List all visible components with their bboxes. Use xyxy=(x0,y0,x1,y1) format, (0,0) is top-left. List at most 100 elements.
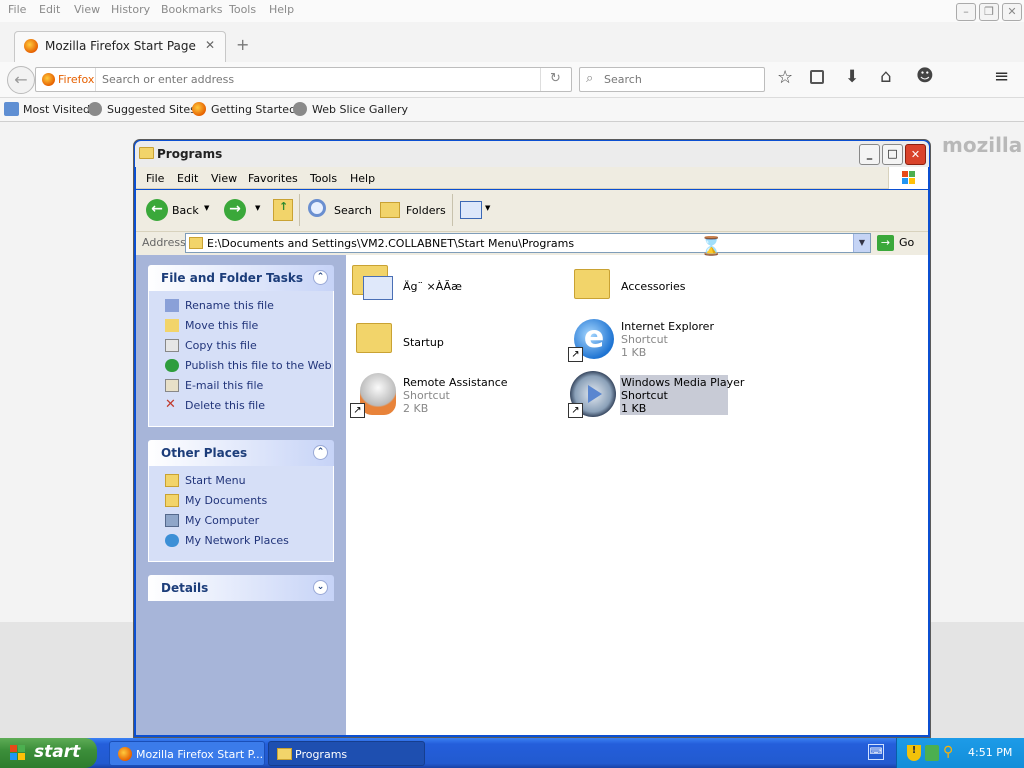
explorer-titlebar[interactable]: Programs _ □ ✕ xyxy=(135,141,929,167)
folder-icon xyxy=(189,237,203,249)
menu-tools[interactable]: Tools xyxy=(310,172,337,185)
file-size: 1 KB xyxy=(621,402,647,415)
place-my-computer[interactable]: My Computer xyxy=(165,514,259,527)
shortcut-arrow-icon: ↗ xyxy=(350,403,365,418)
forward-button[interactable]: → xyxy=(224,199,246,221)
bookmark-getting-started[interactable]: Getting Started xyxy=(211,103,296,116)
file-tasks-header[interactable]: File and Folder Tasks ⌃ xyxy=(148,265,334,291)
file-item[interactable]: Startup xyxy=(350,315,550,367)
menu-bookmarks[interactable]: Bookmarks xyxy=(161,3,222,16)
minimize-button[interactable]: _ xyxy=(859,144,880,165)
file-name: Remote Assistance xyxy=(403,376,508,389)
task-delete[interactable]: ✕ Delete this file xyxy=(165,398,265,412)
maximize-button[interactable]: □ xyxy=(882,144,903,165)
folders-icon[interactable] xyxy=(380,202,400,218)
task-pane: File and Folder Tasks ⌃ Rename this file… xyxy=(136,255,346,735)
go-arrow-icon[interactable]: → xyxy=(877,235,894,251)
tab-start-page[interactable]: Mozilla Firefox Start Page ✕ xyxy=(14,31,226,62)
url-input[interactable]: Search or enter address xyxy=(102,73,234,86)
file-item[interactable]: ↗ Remote Assistance Shortcut 2 KB xyxy=(350,371,550,423)
search-bar[interactable]: ⌕ Search xyxy=(579,67,765,92)
file-item[interactable]: e ↗ Internet Explorer Shortcut 1 KB xyxy=(568,315,768,367)
menu-favorites[interactable]: Favorites xyxy=(248,172,298,185)
search-icon[interactable] xyxy=(308,199,326,217)
taskbar-button-firefox[interactable]: Mozilla Firefox Start P... xyxy=(109,741,265,766)
file-size: 2 KB xyxy=(403,402,429,415)
collapse-chevron-icon[interactable]: ⌃ xyxy=(313,445,328,460)
task-email[interactable]: E-mail this file xyxy=(165,379,263,392)
close-window-button[interactable]: ✕ xyxy=(905,144,926,165)
task-copy[interactable]: Copy this file xyxy=(165,339,257,352)
menu-tools[interactable]: Tools xyxy=(229,3,256,16)
security-shield-icon[interactable]: ! xyxy=(907,745,921,761)
task-publish[interactable]: Publish this file to the Web xyxy=(165,359,332,372)
file-item-selected[interactable]: ↗ Windows Media Player Shortcut 1 KB xyxy=(568,371,768,423)
task-move[interactable]: Move this file xyxy=(165,319,258,332)
views-icon[interactable] xyxy=(460,201,482,219)
collapse-chevron-icon[interactable]: ⌃ xyxy=(313,270,328,285)
bookmark-most-visited[interactable]: Most Visited xyxy=(23,103,90,116)
bookmark-suggested-sites[interactable]: Suggested Sites xyxy=(107,103,196,116)
smiley-feedback-icon[interactable]: ☻ xyxy=(916,66,934,86)
reload-icon[interactable]: ↻ xyxy=(550,71,561,86)
taskbar-label: Programs xyxy=(295,748,348,761)
back-button[interactable]: ← xyxy=(7,66,35,94)
search-tray-icon[interactable]: ⚲ xyxy=(943,744,953,760)
file-tasks-title: File and Folder Tasks xyxy=(161,271,304,285)
forward-dropdown-icon[interactable]: ▼ xyxy=(255,204,260,212)
downloads-icon[interactable]: ⬇ xyxy=(845,67,859,87)
menu-view[interactable]: View xyxy=(211,172,237,185)
place-my-documents[interactable]: My Documents xyxy=(165,494,267,507)
shortcut-arrow-icon: ↗ xyxy=(568,347,583,362)
back-button[interactable]: Back xyxy=(172,204,199,217)
file-item[interactable]: Accessories xyxy=(568,259,768,311)
bookmark-web-slice-gallery[interactable]: Web Slice Gallery xyxy=(312,103,408,116)
menu-help[interactable]: Help xyxy=(269,3,294,16)
menu-view[interactable]: View xyxy=(74,3,100,16)
address-dropdown-icon[interactable]: ▼ xyxy=(853,234,870,252)
file-name: Internet Explorer xyxy=(621,320,714,333)
close-tab-icon[interactable]: ✕ xyxy=(205,38,215,52)
folders-button[interactable]: Folders xyxy=(406,204,446,217)
menu-history[interactable]: History xyxy=(111,3,150,16)
up-folder-icon[interactable]: ↑ xyxy=(273,199,293,221)
task-rename[interactable]: Rename this file xyxy=(165,299,274,312)
address-value[interactable]: E:\Documents and Settings\VM2.COLLABNET\… xyxy=(207,237,574,250)
taskbar-button-programs[interactable]: Programs xyxy=(268,741,425,766)
close-window-button[interactable]: ✕ xyxy=(1002,3,1022,21)
start-button[interactable]: start xyxy=(0,738,97,768)
menu-file[interactable]: File xyxy=(146,172,164,185)
back-arrow-icon[interactable]: ← xyxy=(146,199,168,221)
place-start-menu[interactable]: Start Menu xyxy=(165,474,246,487)
minimize-button[interactable]: – xyxy=(956,3,976,21)
search-input[interactable]: Search xyxy=(604,73,642,86)
globe-icon xyxy=(293,102,307,116)
expand-chevron-icon[interactable]: ⌄ xyxy=(313,580,328,595)
menu-hamburger-icon[interactable]: ≡ xyxy=(994,66,1009,87)
back-dropdown-icon[interactable]: ▼ xyxy=(204,204,209,212)
details-header[interactable]: Details ⌄ xyxy=(148,575,334,601)
search-button[interactable]: Search xyxy=(334,204,372,217)
network-tray-icon[interactable] xyxy=(925,745,939,761)
menu-edit[interactable]: Edit xyxy=(39,3,60,16)
restore-button[interactable]: ❐ xyxy=(979,3,999,21)
file-item[interactable]: Äg¨ ×ÀÃæ xyxy=(350,259,550,311)
menu-file[interactable]: File xyxy=(8,3,26,16)
documents-folder-icon xyxy=(165,494,179,507)
bookmark-star-icon[interactable]: ☆ xyxy=(777,67,793,88)
new-tab-button[interactable]: + xyxy=(236,35,249,54)
menu-edit[interactable]: Edit xyxy=(177,172,198,185)
go-button[interactable]: Go xyxy=(899,236,914,249)
reading-list-icon[interactable] xyxy=(810,70,824,84)
views-dropdown-icon[interactable]: ▼ xyxy=(485,204,490,212)
home-icon[interactable]: ⌂ xyxy=(880,66,891,87)
address-input[interactable]: E:\Documents and Settings\VM2.COLLABNET\… xyxy=(185,233,871,253)
other-places-header[interactable]: Other Places ⌃ xyxy=(148,440,334,466)
menu-help[interactable]: Help xyxy=(350,172,375,185)
keyboard-icon[interactable]: ⌨ xyxy=(868,744,884,760)
place-my-network[interactable]: My Network Places xyxy=(165,534,289,547)
explorer-menubar: File Edit View Favorites Tools Help xyxy=(136,167,928,189)
url-bar[interactable]: Firefox Search or enter address ↻ xyxy=(35,67,572,92)
taskbar-label: Mozilla Firefox Start P... xyxy=(136,748,264,761)
details-title: Details xyxy=(161,581,209,595)
